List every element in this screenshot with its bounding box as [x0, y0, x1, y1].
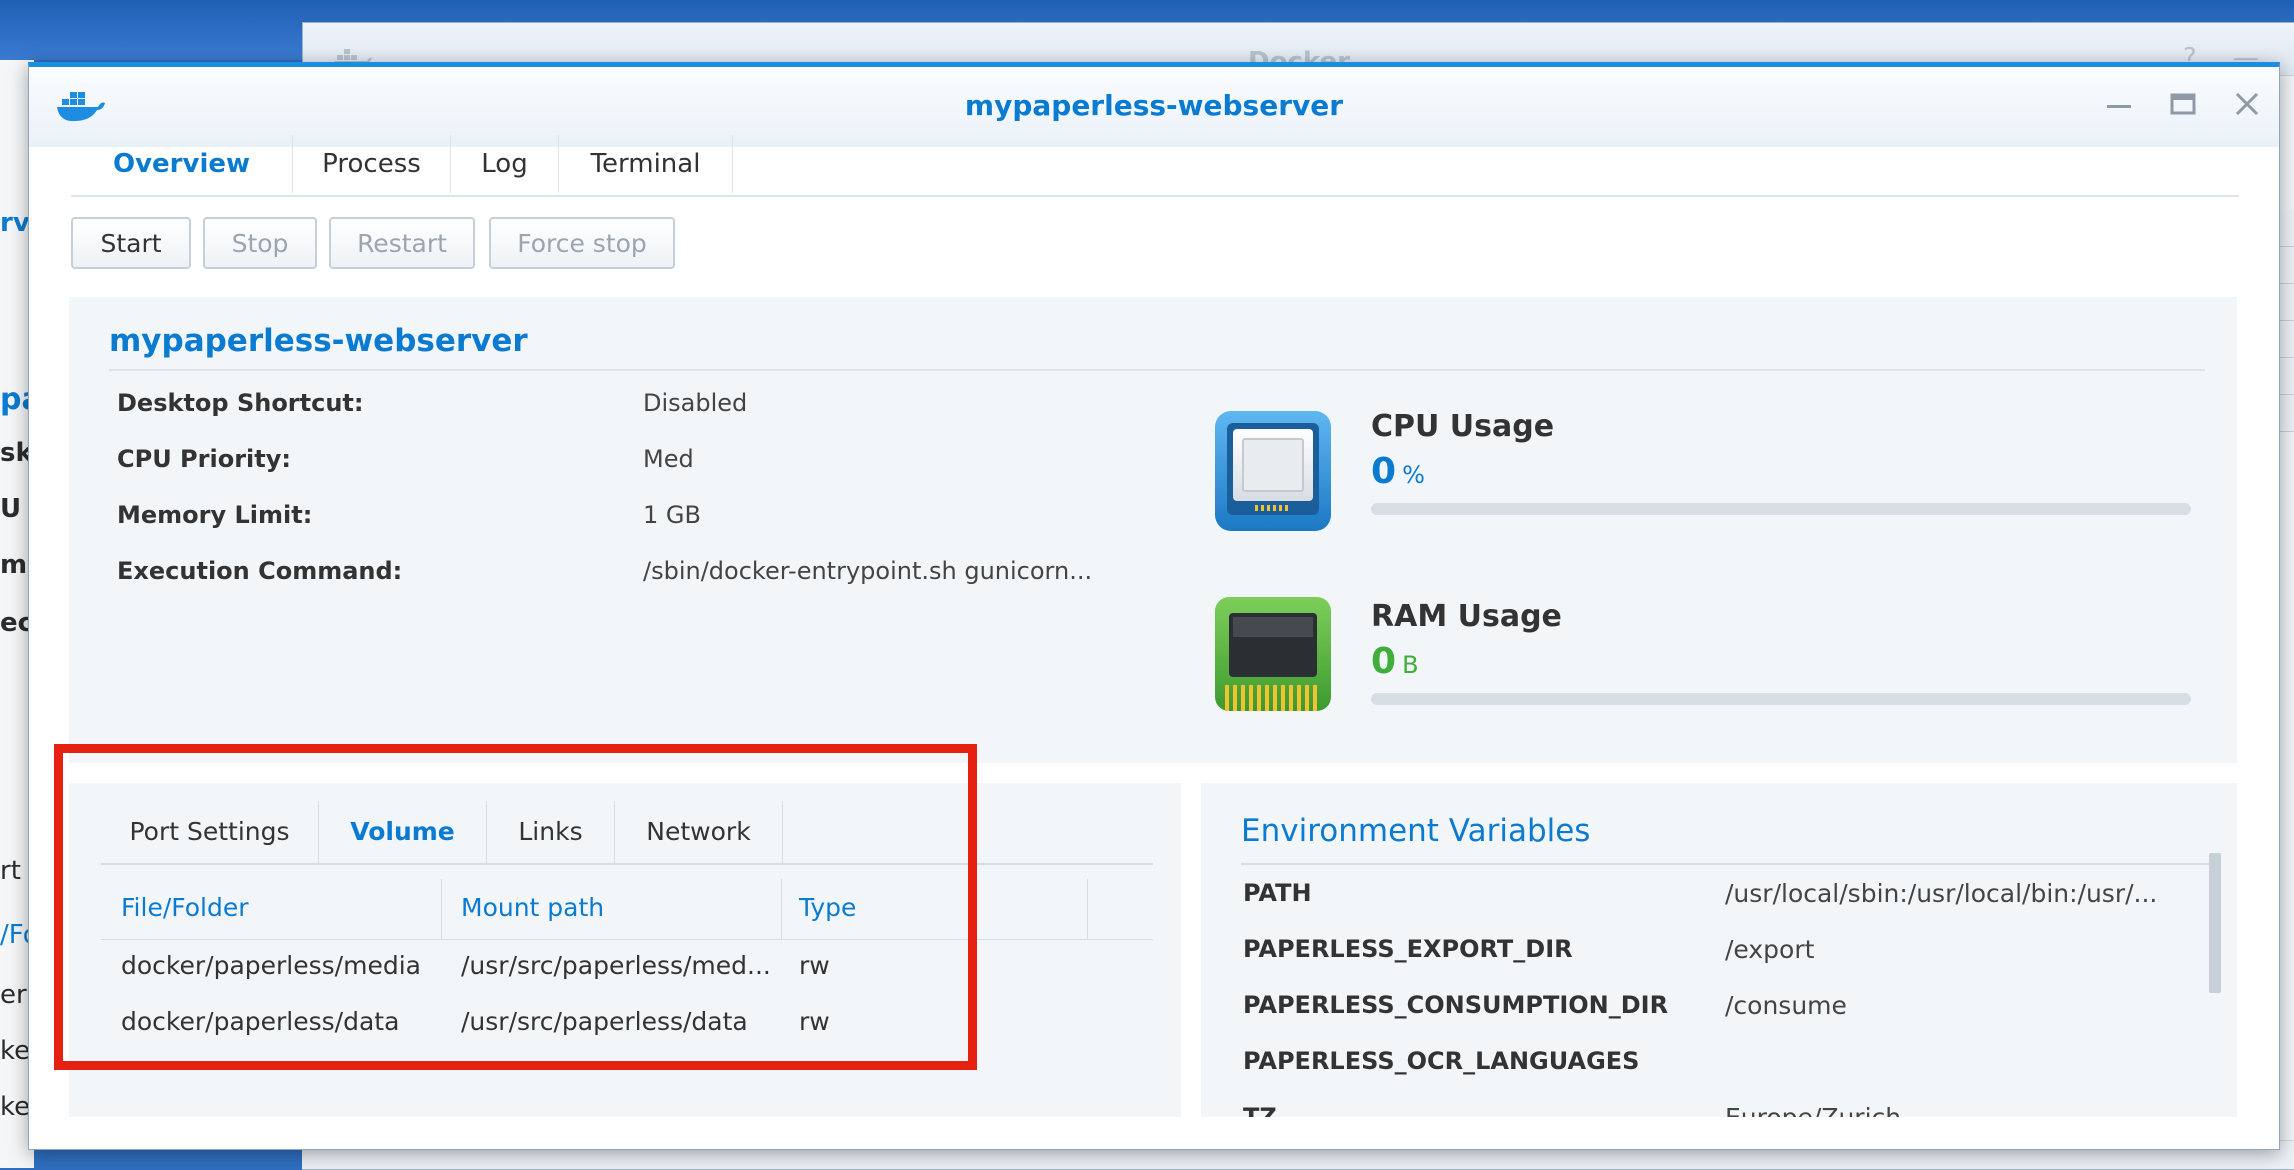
window-title: mypaperless-webserver [964, 89, 1344, 122]
env-key: PAPERLESS_EXPORT_DIR [1243, 935, 1573, 963]
main-tabs: Overview Process Log Terminal [71, 135, 2239, 197]
field-label: CPU Priority: [117, 445, 291, 473]
cell-file-folder: docker/paperless/media [121, 951, 421, 980]
tab-terminal[interactable]: Terminal [559, 135, 733, 193]
stop-button[interactable]: Stop [203, 217, 317, 269]
force-stop-button[interactable]: Force stop [489, 217, 675, 269]
env-value: /usr/local/sbin:/usr/local/bin:/usr/... [1725, 879, 2158, 908]
desktop-shortcut-value: Disabled [643, 389, 748, 417]
cpu-usage-unit: % [1402, 461, 1425, 489]
ram-usage-number: 0 [1371, 641, 1397, 682]
tab-process[interactable]: Process [293, 135, 451, 193]
column-header-mount-path[interactable]: Mount path [461, 893, 604, 922]
column-divider [441, 879, 442, 939]
bg-fragment: rt [0, 856, 21, 886]
tab-links[interactable]: Links [487, 801, 615, 863]
ram-usage-bar [1371, 693, 2191, 705]
maximize-icon[interactable] [2161, 83, 2205, 127]
start-button[interactable]: Start [71, 217, 191, 269]
tab-port-settings[interactable]: Port Settings [101, 801, 319, 863]
ram-icon [1215, 597, 1331, 711]
column-header-type[interactable]: Type [799, 893, 856, 922]
env-key: PAPERLESS_CONSUMPTION_DIR [1243, 991, 1669, 1019]
column-divider [1087, 879, 1088, 939]
cpu-icon [1215, 411, 1331, 531]
bg-fragment: ke [0, 1092, 31, 1122]
execution-command-value: /sbin/docker-entrypoint.sh gunicorn... [643, 557, 1093, 585]
env-key: TZ [1243, 1103, 1277, 1117]
env-key: PAPERLESS_OCR_LANGUAGES [1243, 1047, 1640, 1075]
overview-panel: mypaperless-webserver Desktop Shortcut: … [69, 297, 2237, 763]
env-value: /consume [1725, 991, 1847, 1020]
divider [109, 369, 2205, 371]
container-name-heading: mypaperless-webserver [109, 323, 528, 359]
ram-usage-value: 0B [1371, 641, 1419, 682]
restart-button[interactable]: Restart [329, 217, 475, 269]
tab-log[interactable]: Log [451, 135, 559, 193]
cpu-priority-value: Med [643, 445, 694, 473]
bg-fragment: ke [0, 1036, 31, 1066]
scrollbar-thumb[interactable] [2209, 853, 2221, 993]
divider [101, 863, 1153, 865]
cell-file-folder: docker/paperless/data [121, 1007, 400, 1036]
details-panel: Port Settings Volume Links Network File/… [69, 783, 1181, 1117]
memory-limit-value: 1 GB [643, 501, 701, 529]
env-key: PATH [1243, 879, 1312, 907]
cell-type: rw [799, 951, 830, 980]
env-value: Europe/Zurich [1725, 1103, 1901, 1117]
cell-type: rw [799, 1007, 830, 1036]
close-icon[interactable] [2225, 83, 2269, 127]
cpu-usage-number: 0 [1371, 451, 1397, 492]
minimize-icon[interactable] [2097, 83, 2141, 127]
environment-panel: Environment Variables PATH /usr/local/sb… [1201, 783, 2237, 1117]
field-label: Memory Limit: [117, 501, 313, 529]
cpu-usage-bar [1371, 503, 2191, 515]
divider [101, 939, 1153, 940]
container-detail-window: mypaperless-webserver Overview Process L… [28, 62, 2280, 1150]
column-divider [781, 879, 782, 939]
tab-overview[interactable]: Overview [71, 135, 293, 193]
tab-network[interactable]: Network [615, 801, 783, 863]
divider [1241, 863, 2221, 865]
env-value: /export [1725, 935, 1815, 964]
environment-variables-heading: Environment Variables [1241, 813, 1591, 849]
cpu-usage-value: 0% [1371, 451, 1425, 492]
cell-mount-path: /usr/src/paperless/data [461, 1007, 748, 1036]
background-list-fragment [2280, 210, 2294, 460]
field-label: Desktop Shortcut: [117, 389, 364, 417]
field-label: Execution Command: [117, 557, 403, 585]
cell-mount-path: /usr/src/paperless/med... [461, 951, 771, 980]
cpu-usage-label: CPU Usage [1371, 409, 1555, 444]
ram-usage-unit: B [1402, 651, 1419, 679]
column-header-file-folder[interactable]: File/Folder [121, 893, 249, 922]
tab-volume[interactable]: Volume [319, 801, 487, 863]
ram-usage-label: RAM Usage [1371, 599, 1562, 634]
